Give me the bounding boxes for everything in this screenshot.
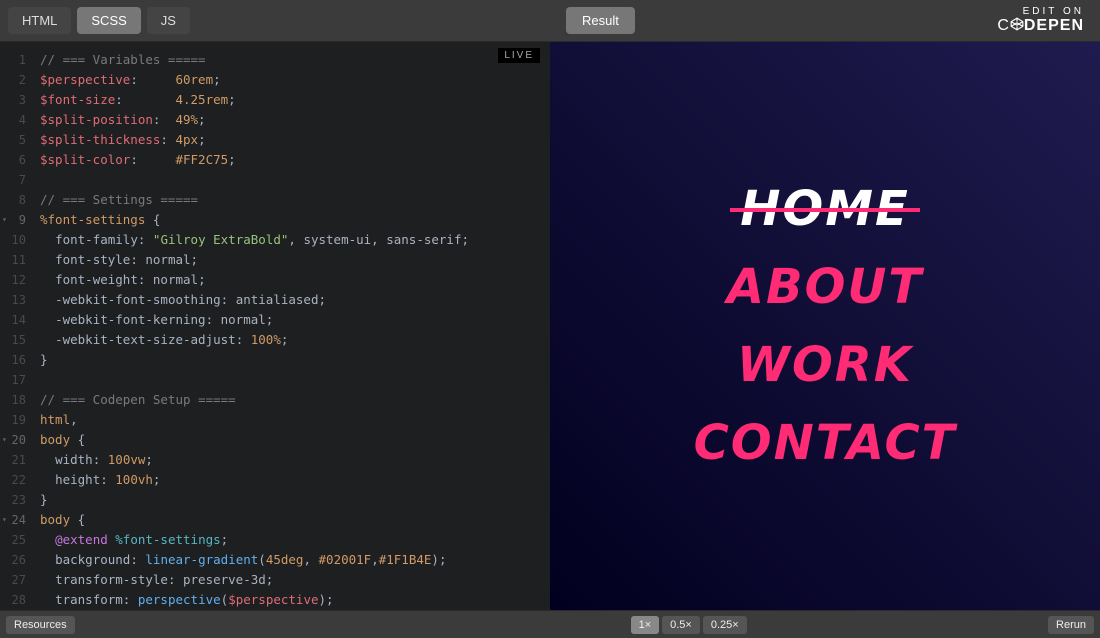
tab-js[interactable]: JS bbox=[147, 7, 190, 34]
live-badge: LIVE bbox=[498, 48, 540, 63]
result-preview: HOME ABOUT WORK CONTACT bbox=[550, 42, 1100, 610]
bottom-toolbar: Resources 1× 0.5× 0.25× Rerun bbox=[0, 610, 1100, 638]
tab-html[interactable]: HTML bbox=[8, 7, 71, 34]
menu-contact[interactable]: CONTACT bbox=[694, 415, 957, 471]
menu-about[interactable]: ABOUT bbox=[727, 259, 923, 315]
edit-on-label: EDIT ON bbox=[997, 6, 1084, 17]
menu-home[interactable]: HOME bbox=[740, 181, 910, 237]
code-content[interactable]: // === Variables =====$perspective: 60re… bbox=[40, 50, 469, 610]
line-gutter: 1234567891011121314151617181920212223242… bbox=[0, 50, 32, 610]
main-area: LIVE 12345678910111213141516171819202122… bbox=[0, 42, 1100, 610]
top-toolbar: HTML SCSS JS Result EDIT ON CDEPEN bbox=[0, 0, 1100, 42]
menu-work[interactable]: WORK bbox=[737, 337, 913, 393]
zoom-025x[interactable]: 0.25× bbox=[703, 616, 747, 634]
zoom-controls: 1× 0.5× 0.25× bbox=[631, 616, 747, 634]
codepen-icon bbox=[1010, 17, 1024, 31]
rerun-button[interactable]: Rerun bbox=[1048, 616, 1094, 634]
zoom-1x[interactable]: 1× bbox=[631, 616, 660, 634]
codepen-brand[interactable]: EDIT ON CDEPEN bbox=[989, 6, 1092, 35]
tab-result[interactable]: Result bbox=[566, 7, 635, 34]
tab-scss[interactable]: SCSS bbox=[77, 7, 140, 34]
code-editor[interactable]: LIVE 12345678910111213141516171819202122… bbox=[0, 42, 550, 610]
codepen-logo: CDEPEN bbox=[997, 17, 1084, 35]
editor-tabs: HTML SCSS JS bbox=[8, 7, 190, 34]
resources-button[interactable]: Resources bbox=[6, 616, 75, 634]
zoom-05x[interactable]: 0.5× bbox=[662, 616, 700, 634]
